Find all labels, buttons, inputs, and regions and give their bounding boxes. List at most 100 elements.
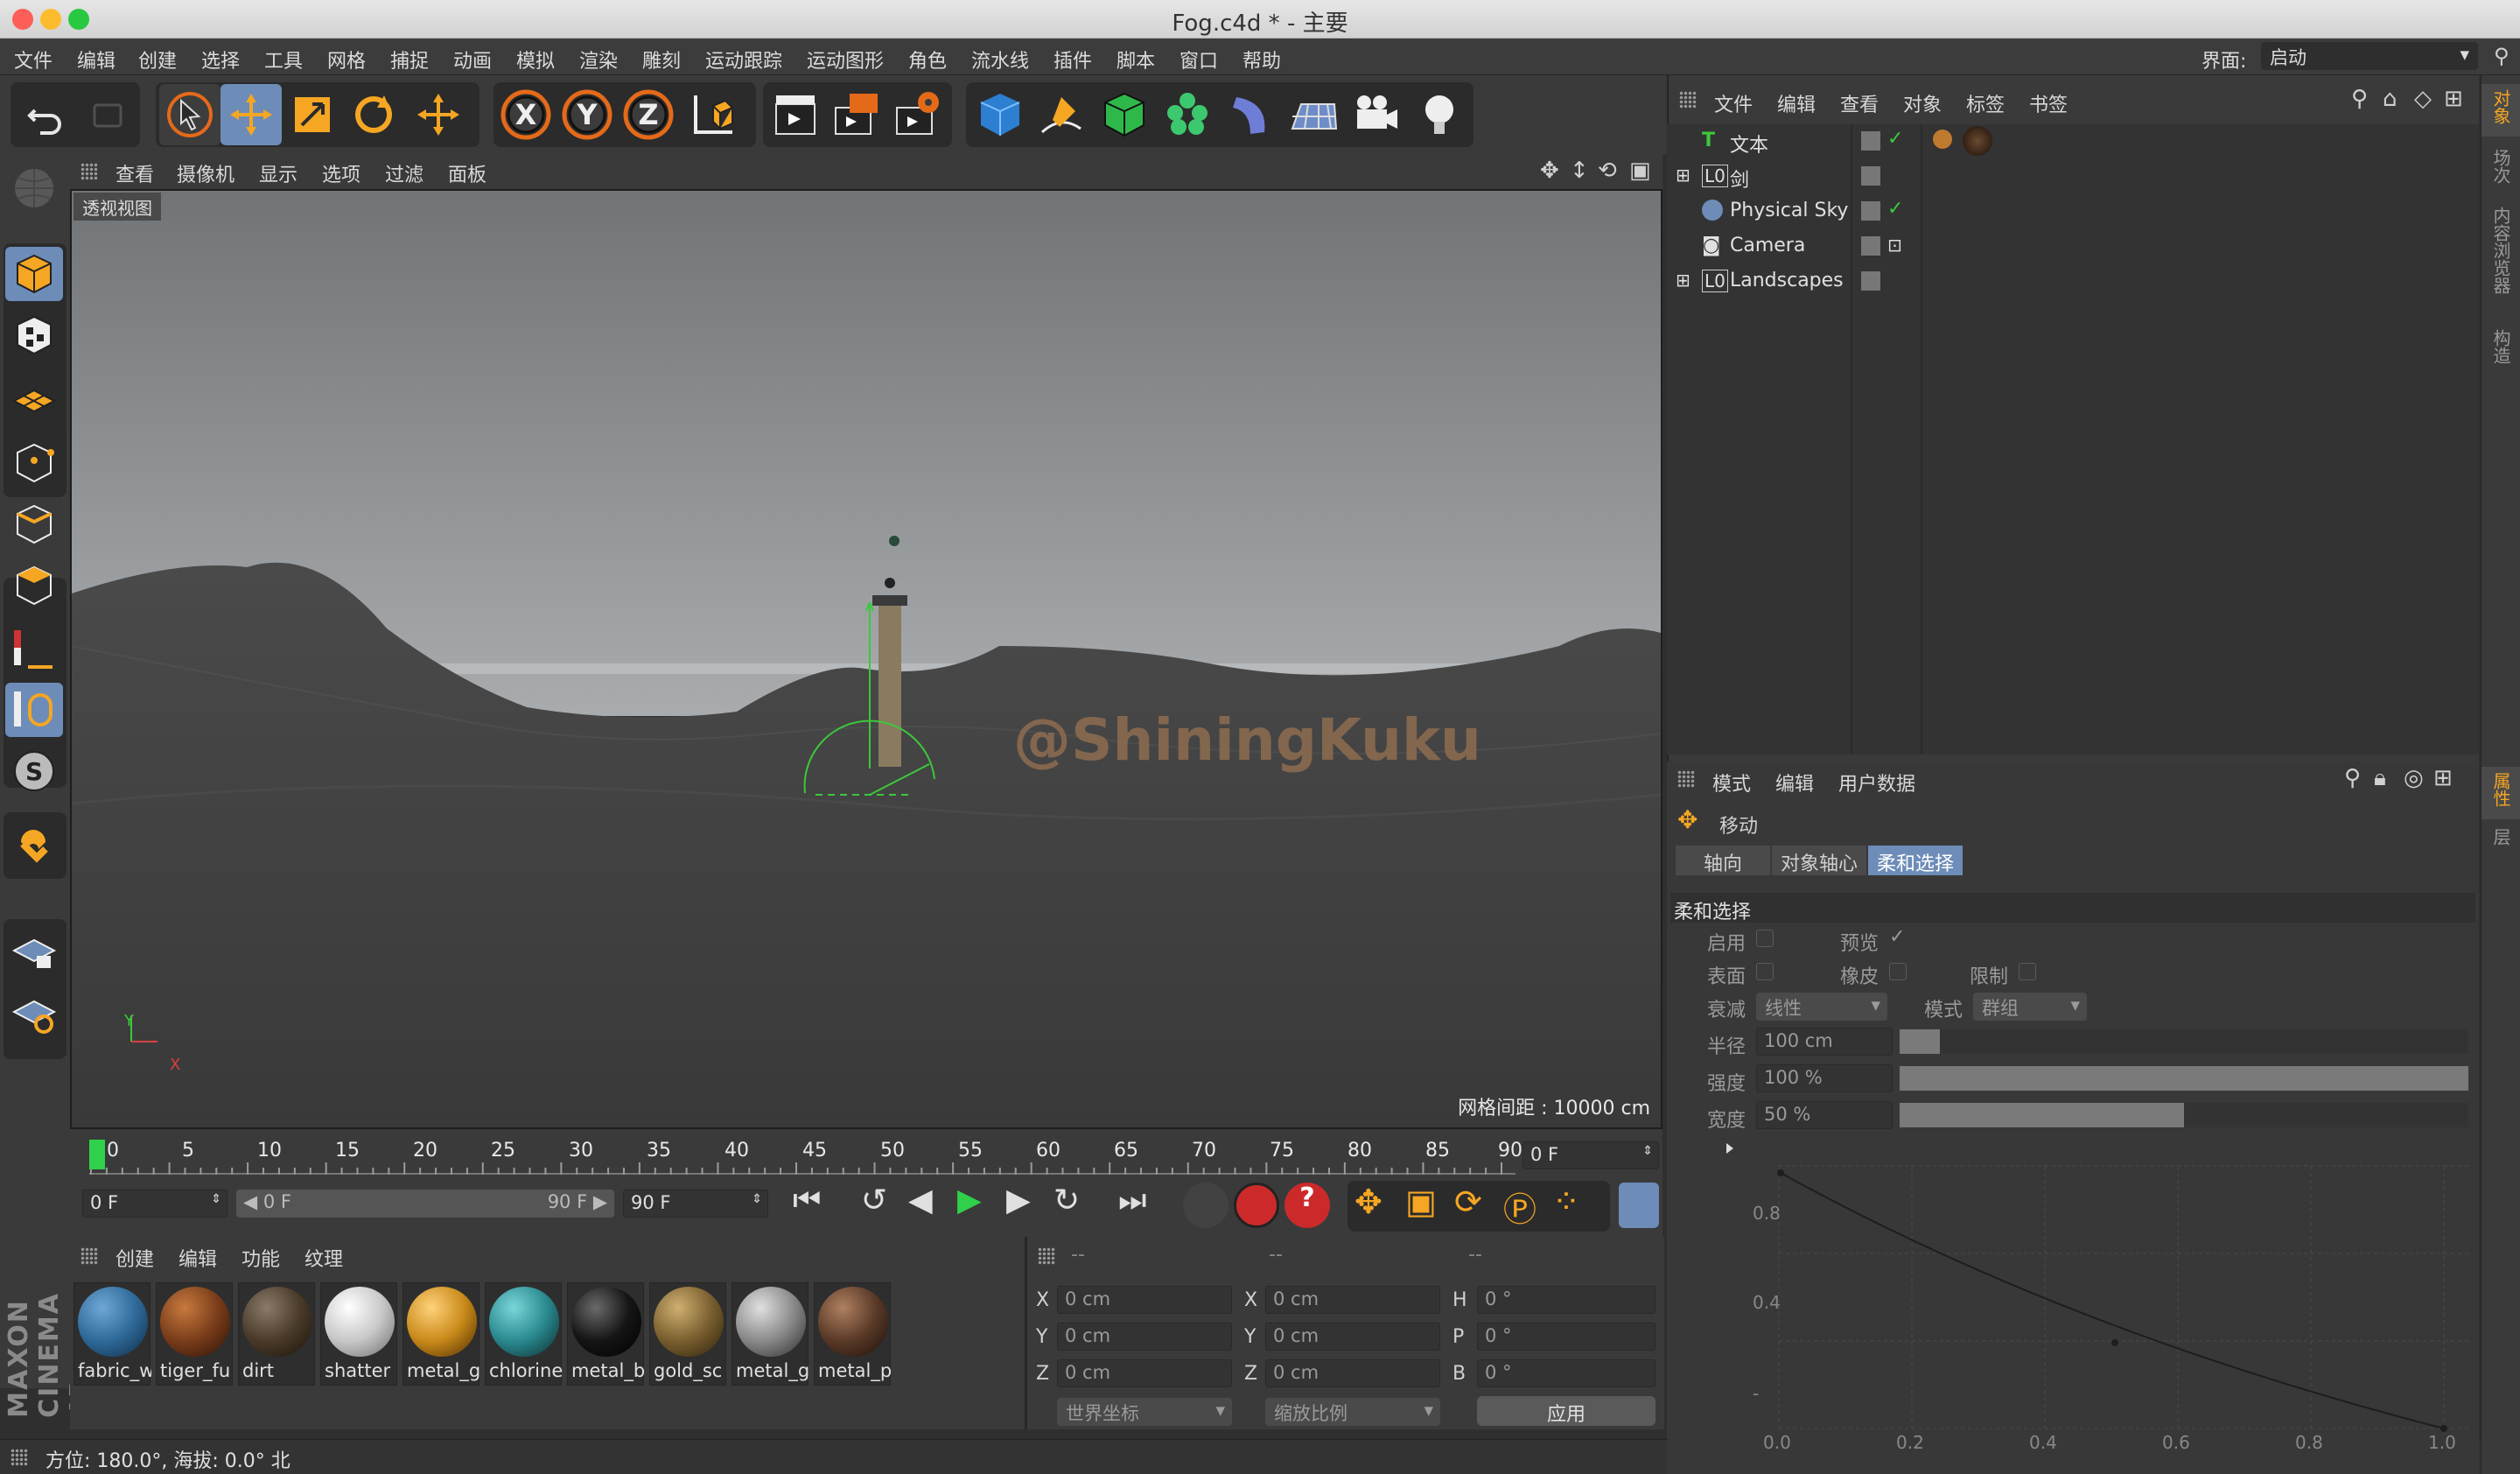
current-frame-field[interactable]: 0 F ⇕ (1522, 1141, 1659, 1169)
viewport-rotate-icon[interactable]: ⟲ (1598, 158, 1617, 184)
object-row[interactable]: ⊞ L0 剑 (1667, 159, 2479, 194)
frame-range-slider[interactable]: ◀ 0 F 90 F ▶ (236, 1190, 614, 1218)
om-menu-tag[interactable]: 标签 (1966, 89, 2005, 117)
stepper-icon[interactable]: ⇕ (752, 1192, 762, 1206)
panel-grip-icon[interactable] (80, 1247, 98, 1265)
x-axis-lock-button[interactable]: X (495, 84, 556, 145)
search-icon[interactable]: ⚲ (2344, 765, 2361, 791)
size-z-field[interactable]: 0 cm (1265, 1359, 1440, 1387)
render-view-icon[interactable] (765, 84, 826, 145)
deformer-icon[interactable] (1220, 84, 1281, 145)
side-tab-attributes[interactable]: 属性 (2488, 772, 2514, 807)
keyframe-selection-icon[interactable]: ? (1284, 1183, 1330, 1228)
select-icon[interactable] (159, 84, 220, 145)
target-icon[interactable]: ◎ (2404, 765, 2424, 791)
size-x-field[interactable]: 0 cm (1265, 1286, 1440, 1314)
material-menu-texture[interactable]: 纹理 (304, 1244, 343, 1272)
tab-axis[interactable]: 轴向 (1676, 846, 1770, 875)
viewport-menu-view[interactable]: 查看 (116, 159, 154, 187)
object-row[interactable]: T 文本 ✓ (1667, 124, 2479, 159)
workplane-rotate-icon[interactable] (5, 986, 63, 1040)
new-window-icon[interactable]: ⊞ (2433, 765, 2453, 791)
key-scale-icon[interactable]: ▣ (1405, 1183, 1437, 1221)
object-row[interactable]: ◙ Camera ⊡ (1667, 229, 2479, 264)
rubber-checkbox[interactable] (1889, 963, 1907, 980)
floor-icon[interactable] (1283, 84, 1344, 145)
menu-mograph[interactable]: 运动图形 (807, 46, 884, 74)
search-icon[interactable]: ⚲ (2494, 44, 2510, 68)
play-icon[interactable]: ▶ (957, 1183, 982, 1218)
menu-character[interactable]: 角色 (908, 46, 947, 74)
previous-frame-icon[interactable]: ◀ (908, 1183, 933, 1218)
stepper-icon[interactable]: ⇕ (1642, 1144, 1653, 1158)
layer-toggle-icon[interactable] (1861, 271, 1880, 291)
preview-check-icon[interactable]: ✓ (1889, 926, 1905, 948)
light-icon[interactable] (1409, 84, 1470, 145)
menu-edit[interactable]: 编辑 (77, 46, 116, 74)
move-icon[interactable] (220, 84, 282, 145)
texture-mode-icon[interactable] (5, 308, 63, 362)
enable-checkbox[interactable] (1756, 930, 1774, 947)
position-y-field[interactable]: 0 cm (1057, 1323, 1232, 1351)
recent-tool-icon[interactable] (408, 84, 469, 145)
redo-icon[interactable] (77, 84, 138, 145)
apply-button[interactable]: 应用 (1477, 1396, 1656, 1426)
material-swatch[interactable]: dirt (238, 1282, 315, 1386)
tab-object-axis[interactable]: 对象轴心 (1772, 846, 1866, 875)
rotation-b-field[interactable]: 0 ° (1477, 1359, 1656, 1387)
menu-create[interactable]: 创建 (138, 46, 177, 74)
panel-grip-icon[interactable] (80, 163, 98, 180)
width-slider[interactable] (1900, 1103, 2468, 1127)
workplane-mode-icon[interactable] (5, 371, 63, 425)
viewport-menu-panel[interactable]: 面板 (448, 159, 486, 187)
om-menu-bookmark[interactable]: 书签 (2029, 89, 2068, 117)
side-tab-content-browser[interactable]: 内容浏览器 (2488, 207, 2514, 294)
material-menu-edit[interactable]: 编辑 (178, 1244, 217, 1272)
playhead[interactable] (89, 1140, 105, 1169)
side-tab-structure[interactable]: 构造 (2488, 329, 2514, 364)
pen-icon[interactable] (1031, 84, 1092, 145)
om-menu-edit[interactable]: 编辑 (1777, 89, 1816, 117)
go-to-end-icon[interactable]: ⏭ (1118, 1183, 1146, 1219)
rotate-icon[interactable] (343, 84, 404, 145)
radius-slider[interactable] (1900, 1029, 2468, 1054)
enabled-check-icon[interactable]: ✓ (1887, 198, 1903, 220)
perspective-viewport[interactable]: @ShiningKuku 透视视图 Y X 网格间距 : 10000 cm (70, 189, 1662, 1129)
camera-icon[interactable] (1346, 84, 1407, 145)
cloner-icon[interactable] (1157, 84, 1218, 145)
attr-menu-userdata[interactable]: 用户数据 (1838, 769, 1915, 797)
new-window-icon[interactable]: ⊞ (2444, 86, 2463, 112)
radius-field[interactable]: 100 cm (1756, 1028, 1893, 1056)
tweak-mode-icon[interactable] (5, 683, 63, 737)
om-menu-view[interactable]: 查看 (1840, 89, 1879, 117)
size-y-field[interactable]: 0 cm (1265, 1323, 1440, 1351)
timeline-window-icon[interactable] (1619, 1183, 1659, 1228)
end-frame-field[interactable]: 90 F ⇕ (623, 1190, 768, 1218)
menu-script[interactable]: 脚本 (1116, 46, 1155, 74)
surface-checkbox[interactable] (1756, 963, 1774, 980)
viewport-move-icon[interactable]: ✥ (1540, 158, 1559, 184)
mode-dropdown[interactable]: 群组 ▾ (1973, 993, 2087, 1021)
layer-toggle-icon[interactable] (1861, 166, 1880, 186)
snap-magnet-icon[interactable] (5, 819, 63, 874)
viewport-menu-camera[interactable]: 摄像机 (177, 159, 234, 187)
material-swatch[interactable]: metal_b (567, 1282, 645, 1386)
next-key-icon[interactable]: ↻ (1054, 1183, 1080, 1218)
home-icon[interactable]: ⌂ (2383, 86, 2398, 112)
rotation-p-field[interactable]: 0 ° (1477, 1323, 1656, 1351)
panel-grip-icon[interactable] (10, 1449, 28, 1466)
width-field[interactable]: 50 % (1756, 1101, 1893, 1129)
menu-render[interactable]: 渲染 (579, 46, 618, 74)
position-z-field[interactable]: 0 cm (1057, 1359, 1232, 1387)
size-mode-dropdown[interactable]: 缩放比例 ▾ (1265, 1398, 1440, 1426)
viewport-menu-options[interactable]: 选项 (322, 159, 360, 187)
interface-layout-dropdown[interactable]: 启动 ▾ (2261, 42, 2478, 70)
menu-file[interactable]: 文件 (14, 46, 52, 74)
key-parameter-icon[interactable]: Ⓟ (1503, 1183, 1536, 1231)
layer-toggle-icon[interactable] (1861, 131, 1880, 151)
next-frame-icon[interactable]: ▶ (1006, 1183, 1031, 1218)
restrict-checkbox[interactable] (2019, 963, 2036, 980)
material-swatch[interactable]: metal_g (732, 1282, 809, 1386)
viewport-dolly-icon[interactable]: ↕ (1570, 158, 1589, 184)
menu-select[interactable]: 选择 (201, 46, 240, 74)
